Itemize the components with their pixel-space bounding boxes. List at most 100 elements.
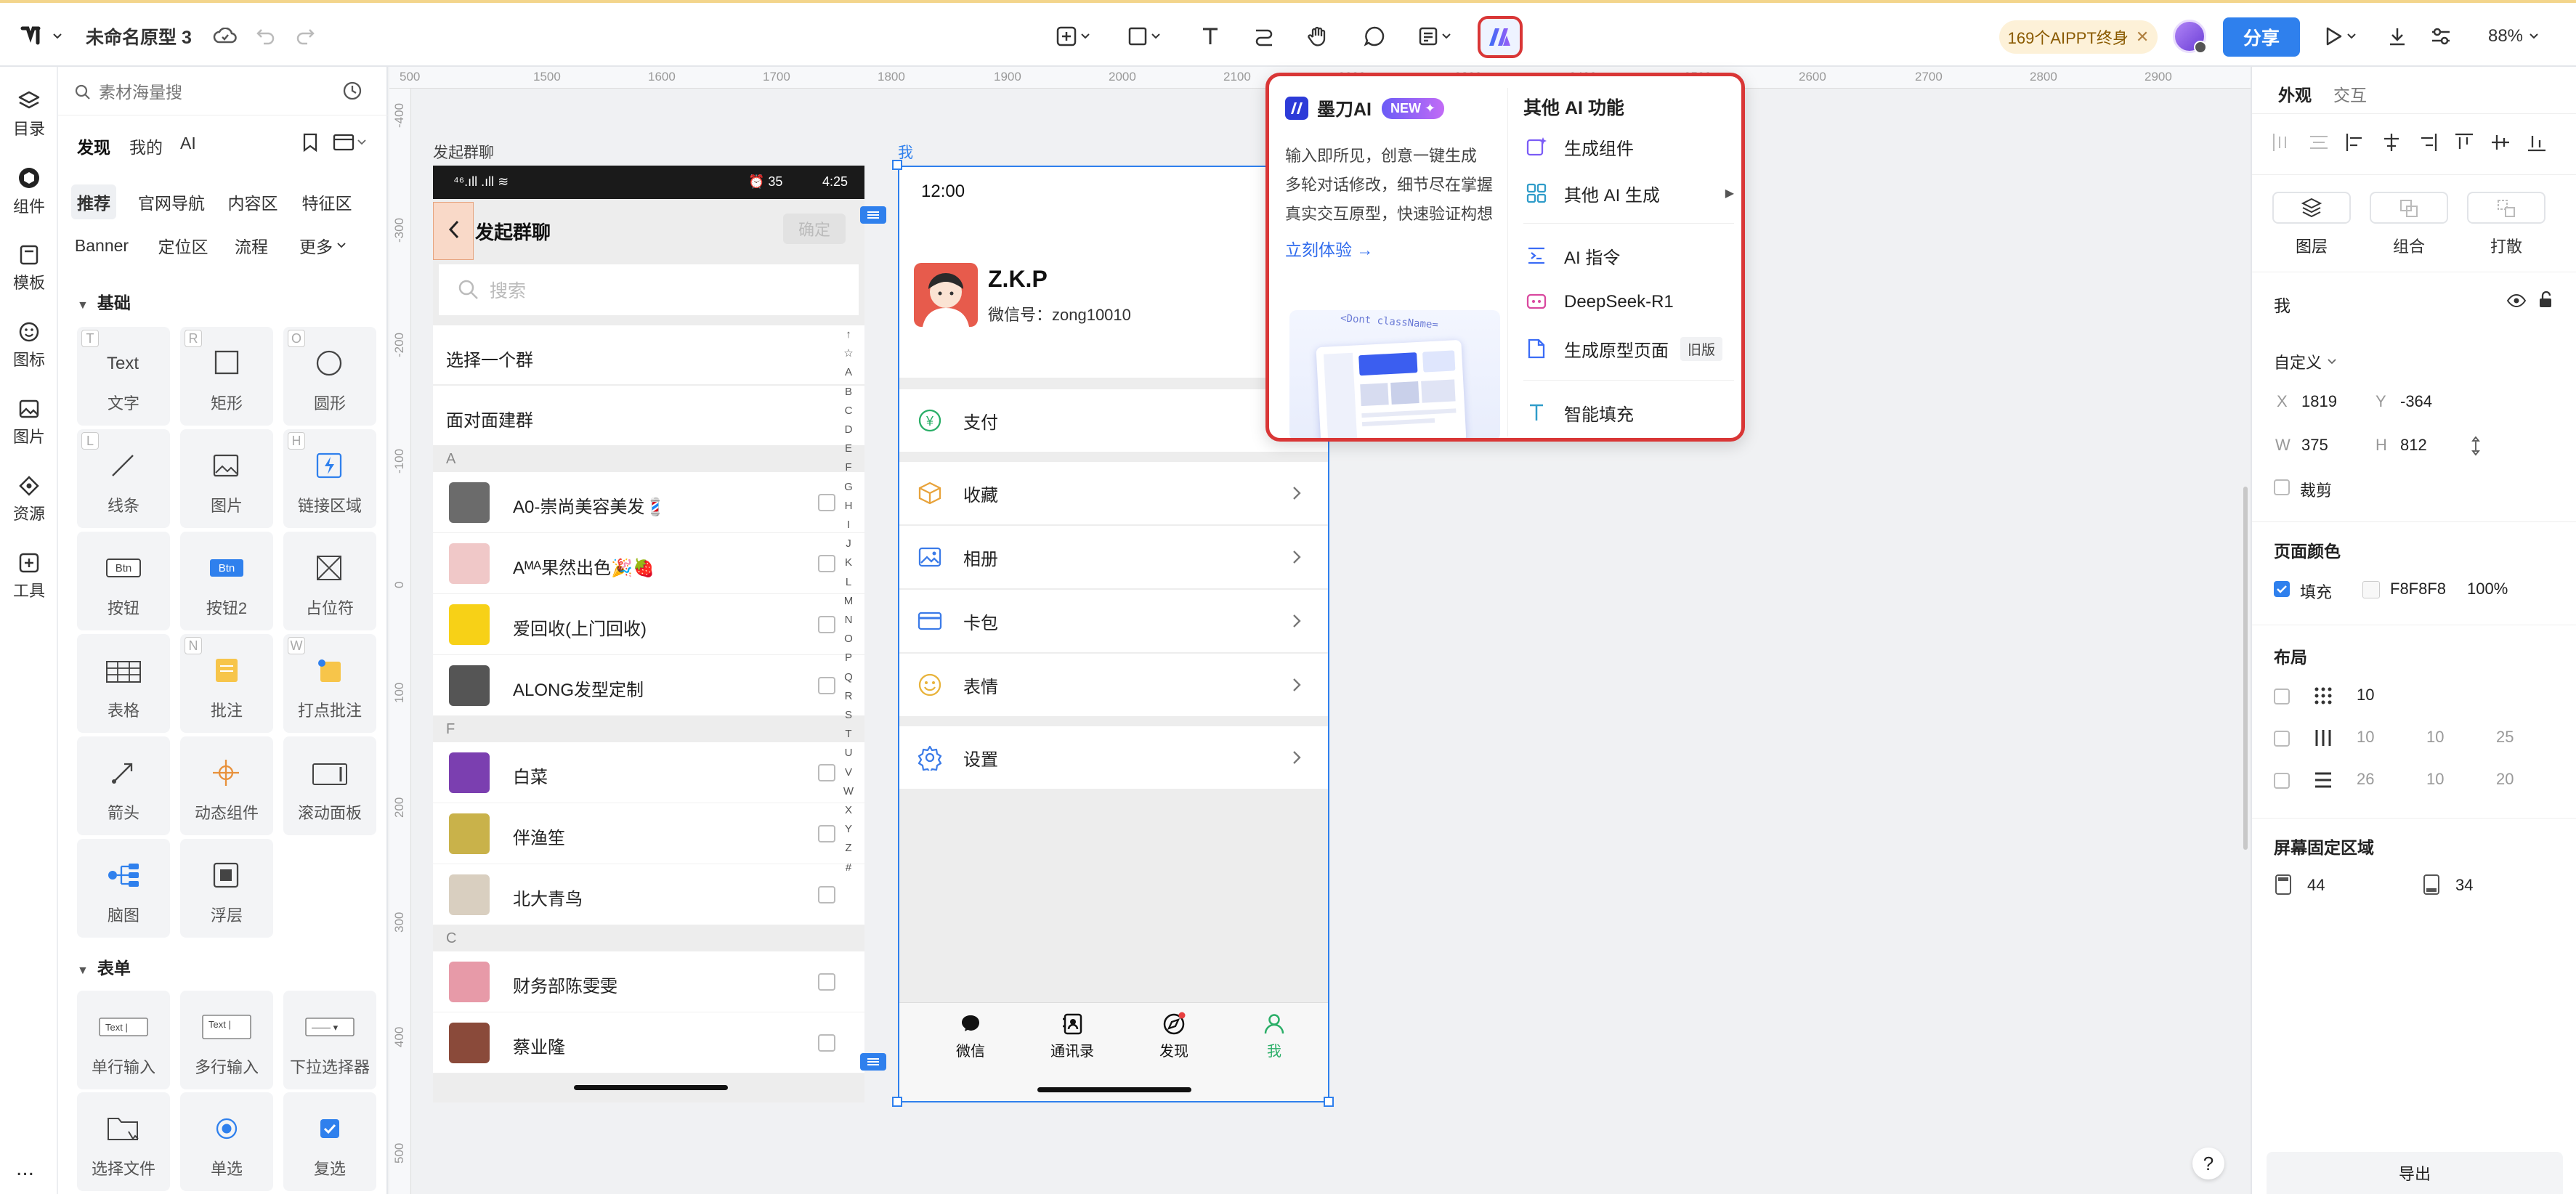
index-letter[interactable]: F: [840, 458, 857, 477]
index-letter[interactable]: B: [840, 383, 857, 402]
align-middle-icon[interactable]: [2489, 131, 2512, 154]
h-input[interactable]: 812: [2400, 436, 2427, 455]
frame-handle-icon[interactable]: [860, 1053, 886, 1071]
contact-checkbox[interactable]: [818, 825, 835, 842]
ai-item-generate-prototype[interactable]: 生成原型页面 旧版: [1523, 329, 1723, 368]
contact-checkbox[interactable]: [818, 886, 835, 903]
grid-size-input[interactable]: 10: [2357, 686, 2374, 704]
tab-interaction[interactable]: 交互: [2333, 81, 2367, 106]
contact-row[interactable]: 蔡业隆: [433, 1012, 864, 1073]
index-letter[interactable]: Y: [840, 820, 857, 839]
share-button[interactable]: 分享: [2223, 17, 2300, 57]
resize-handle[interactable]: [892, 160, 902, 170]
menu-item-pay[interactable]: ¥ 支付: [899, 389, 1328, 452]
phone-frame-me[interactable]: 12:00 Z.K.P 微信号：zong10010 ¥ 支付 收藏 相册 卡包 表情 设置 …: [898, 166, 1329, 1102]
link-ratio-icon[interactable]: [2470, 436, 2482, 456]
resize-handle[interactable]: [892, 1097, 902, 1107]
menu-item-favorites[interactable]: 收藏: [899, 462, 1328, 524]
index-letter[interactable]: V: [840, 763, 857, 782]
chip-flow[interactable]: 流程: [230, 228, 273, 263]
index-letter[interactable]: ↑: [840, 325, 857, 344]
component-dynamic[interactable]: 动态组件: [180, 736, 273, 835]
rail-item-outline[interactable]: 目录: [0, 80, 58, 150]
contact-checkbox[interactable]: [818, 973, 835, 991]
columns-checkbox[interactable]: [2274, 731, 2290, 747]
distribute-h-icon[interactable]: [2271, 131, 2294, 154]
contact-checkbox[interactable]: [818, 555, 835, 572]
w-input[interactable]: 375: [2301, 436, 2328, 455]
component-link-area[interactable]: H 链接区域: [283, 429, 376, 528]
eye-icon[interactable]: [2506, 293, 2527, 308]
crop-checkbox[interactable]: [2274, 479, 2290, 495]
frame-handle-icon[interactable]: [860, 206, 886, 224]
index-letter[interactable]: J: [840, 535, 857, 553]
component-file-select[interactable]: 选择文件: [77, 1092, 170, 1191]
component-circle[interactable]: O 圆形: [283, 327, 376, 426]
rail-item-resources[interactable]: 资源: [0, 465, 58, 535]
section-basic[interactable]: ▼ 基础: [77, 289, 131, 314]
face-group-row[interactable]: 面对面建群: [433, 386, 864, 445]
index-letter[interactable]: G: [840, 478, 857, 497]
menu-item-settings[interactable]: 设置: [899, 726, 1328, 789]
x-input[interactable]: 1819: [2301, 392, 2337, 411]
redo-icon[interactable]: [291, 19, 320, 54]
layers-button[interactable]: [2272, 192, 2351, 224]
phone-frame-group-chat[interactable]: ⁴⁶.ıll .ıll ≋ ⏰ 35 4:25 发起群聊 确定 搜索 选择一个群…: [433, 166, 864, 1102]
index-letter[interactable]: W: [840, 782, 857, 801]
tab-me[interactable]: 我: [1245, 1012, 1303, 1060]
index-letter[interactable]: I: [840, 516, 857, 535]
fixed-bottom-input[interactable]: 34: [2455, 876, 2473, 895]
component-overlay[interactable]: 浮层: [180, 839, 273, 938]
component-annotation[interactable]: N 批注: [180, 634, 273, 733]
ungroup-button[interactable]: [2467, 192, 2545, 224]
fill-checkbox[interactable]: [2274, 581, 2290, 597]
logo-menu-button[interactable]: [16, 19, 67, 54]
chip-feature[interactable]: 特征区: [298, 184, 356, 219]
promo-badge[interactable]: 169个AIPPT终身 ✕: [1999, 20, 2158, 54]
try-now-link[interactable]: 立刻体验 →: [1285, 236, 1373, 261]
index-letter[interactable]: U: [840, 744, 857, 763]
align-bottom-icon[interactable]: [2525, 131, 2548, 154]
bookmark-icon[interactable]: [302, 132, 318, 153]
tab-mine[interactable]: 我的: [129, 134, 163, 158]
index-letter[interactable]: C: [840, 402, 857, 421]
help-button[interactable]: ?: [2192, 1148, 2224, 1179]
rows-margin[interactable]: 20: [2496, 770, 2514, 789]
index-letter[interactable]: A: [840, 363, 857, 382]
ai-tool-button[interactable]: [1478, 16, 1523, 58]
index-letter[interactable]: Z: [840, 839, 857, 858]
index-letter[interactable]: M: [840, 592, 857, 611]
more-icon[interactable]: ...: [16, 1156, 34, 1181]
connector-tool[interactable]: [1248, 19, 1280, 54]
ai-item-deepseek[interactable]: DeepSeek-R1: [1523, 283, 1674, 322]
component-single-input[interactable]: Text | 单行输入: [77, 991, 170, 1089]
zoom-select[interactable]: 88%: [2477, 19, 2550, 54]
index-letter[interactable]: E: [840, 439, 857, 458]
tab-ai[interactable]: AI: [180, 134, 196, 153]
index-letter[interactable]: D: [840, 421, 857, 439]
download-icon[interactable]: [2383, 19, 2412, 54]
settings-sliders-icon[interactable]: [2426, 19, 2455, 54]
fill-color-swatch[interactable]: [2362, 581, 2380, 598]
back-button[interactable]: [433, 202, 474, 260]
promo-close-icon[interactable]: ✕: [2136, 28, 2149, 46]
component-button[interactable]: Btn 按钮: [77, 532, 170, 630]
menu-item-card-wallet[interactable]: 卡包: [899, 590, 1328, 652]
shape-tool[interactable]: [1122, 19, 1167, 54]
index-letter[interactable]: H: [840, 497, 857, 516]
ai-item-smart-fill[interactable]: 智能填充: [1523, 393, 1634, 432]
alphabet-index[interactable]: ↑ ☆ A B C D E F G H I J K L M N O P Q R S T U V W X Y Z #: [840, 325, 857, 877]
index-letter[interactable]: L: [840, 573, 857, 592]
index-letter[interactable]: #: [840, 858, 857, 877]
contact-checkbox[interactable]: [818, 616, 835, 633]
chip-site-nav[interactable]: 官网导航: [134, 184, 209, 219]
component-line[interactable]: L 线条: [77, 429, 170, 528]
rail-item-components[interactable]: 组件: [0, 157, 58, 227]
index-letter[interactable]: T: [840, 725, 857, 744]
ai-item-other-generate[interactable]: 其他 AI 生成 ▶: [1523, 174, 1734, 213]
history-icon[interactable]: [341, 80, 363, 102]
columns-gutter[interactable]: 10: [2426, 728, 2444, 747]
section-form[interactable]: ▼ 表单: [77, 954, 131, 979]
rows-gutter[interactable]: 10: [2426, 770, 2444, 789]
component-multi-input[interactable]: Text | 多行输入: [180, 991, 273, 1089]
